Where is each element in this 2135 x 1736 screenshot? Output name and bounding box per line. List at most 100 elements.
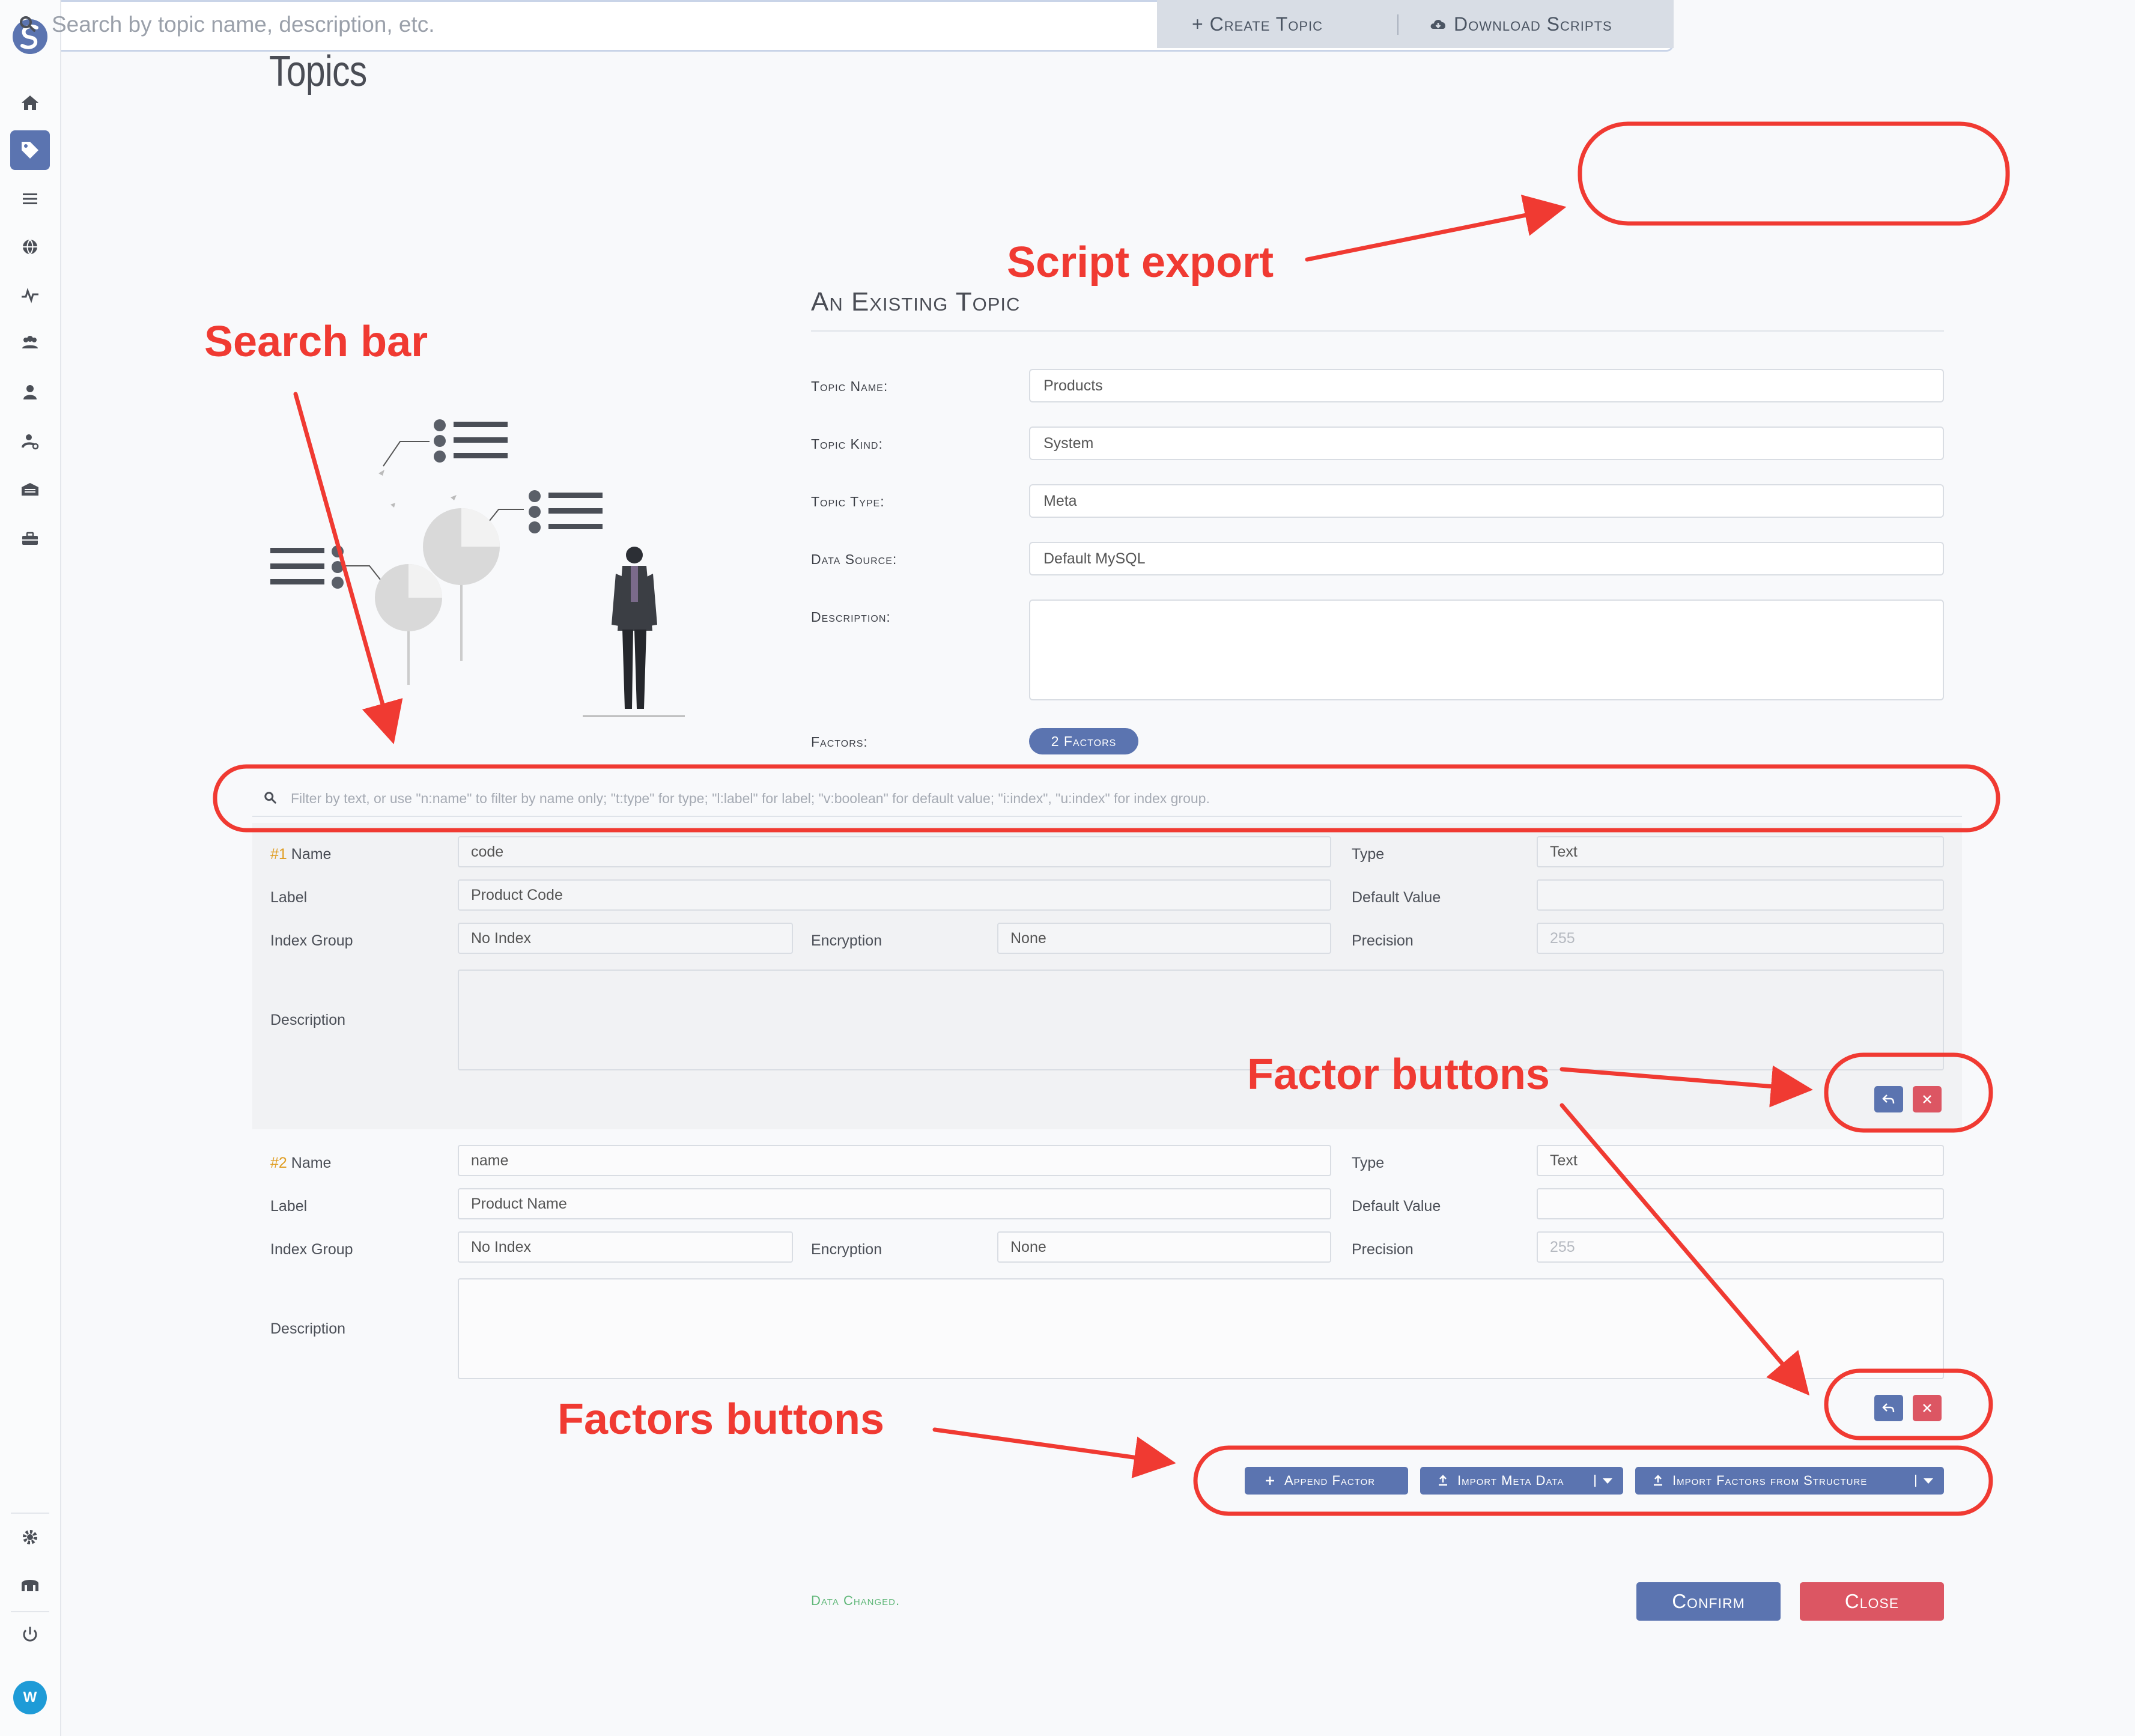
user-cog-icon[interactable] [16, 428, 44, 455]
factor-name-input[interactable]: code [458, 836, 1331, 867]
factor-move-button[interactable] [1874, 1086, 1903, 1112]
factor-description-label: Description [270, 1012, 346, 1028]
factor-precision-input[interactable]: 255 [1537, 923, 1944, 954]
topic-name-input[interactable]: Products [1029, 369, 1944, 402]
close-icon [1923, 1404, 1931, 1412]
factor-precision-input[interactable]: 255 [1537, 1231, 1944, 1263]
factor-index-group-select[interactable]: No Index [458, 923, 793, 954]
factor-index-group-select[interactable]: No Index [458, 1231, 793, 1263]
topic-kind-select[interactable]: System [1029, 426, 1944, 460]
list-icon[interactable] [16, 185, 44, 213]
topic-description-label: Description: [811, 609, 891, 625]
search-icon [20, 16, 35, 32]
download-scripts-button[interactable]: Download Scripts [1429, 0, 1612, 48]
factor-card: #2 Name name Type Text Label Product Nam… [252, 1131, 1962, 1437]
chevron-down-icon[interactable] [1924, 1478, 1933, 1484]
factor-delete-button[interactable] [1913, 1086, 1942, 1112]
factor-description-textarea[interactable] [458, 970, 1944, 1070]
factor-name-input[interactable]: name [458, 1145, 1331, 1176]
avatar[interactable]: W [13, 1681, 47, 1714]
annotation-ellipse [1578, 121, 2010, 226]
page-title: Topics [269, 47, 367, 96]
user-icon[interactable] [16, 378, 44, 406]
annotation-factors-buttons: Factors buttons [557, 1395, 885, 1443]
factor-precision-label: Precision [1352, 1241, 1414, 1258]
annotation-arrow [1305, 195, 1567, 262]
factor-name-label-text: Name [291, 1155, 332, 1171]
factor-default-value-input[interactable] [1537, 1188, 1944, 1219]
globe-icon[interactable] [16, 233, 44, 261]
split-divider [1915, 1475, 1916, 1487]
factor-number: #1 [270, 846, 287, 863]
factor-precision-label: Precision [1352, 932, 1414, 949]
gear-icon[interactable] [16, 1523, 44, 1551]
split-divider [1594, 1475, 1596, 1487]
upload-icon [1439, 1475, 1447, 1486]
actions-divider [1397, 14, 1399, 35]
factors-count-badge[interactable]: 2 Factors [1029, 728, 1138, 754]
factor-description-textarea[interactable] [458, 1278, 1944, 1379]
topic-name-label: Topic Name: [811, 378, 888, 394]
factor-number: #2 [270, 1155, 287, 1171]
import-factors-structure-button[interactable]: Import Factors from Structure [1635, 1467, 1944, 1495]
chevron-down-icon[interactable] [1603, 1478, 1612, 1484]
factor-delete-button[interactable] [1913, 1395, 1942, 1421]
factor-type-select[interactable]: Text [1537, 836, 1944, 867]
reply-icon [1882, 1403, 1895, 1413]
close-button[interactable]: Close [1800, 1582, 1944, 1621]
factor-default-value-label: Default Value [1352, 889, 1441, 906]
topic-search-bar: + Create Topic Download Scripts [0, 0, 1674, 52]
factor-name-label: #2 Name [270, 1155, 331, 1172]
import-factors-structure-label: Import Factors from Structure [1672, 1473, 1868, 1488]
search-icon [264, 792, 276, 804]
reply-icon [1882, 1094, 1895, 1104]
confirm-button[interactable]: Confirm [1636, 1582, 1781, 1621]
sidebar-divider [11, 1611, 49, 1612]
power-icon[interactable] [16, 1621, 44, 1648]
tag-icon[interactable] [10, 130, 50, 170]
factors-label: Factors: [811, 734, 868, 750]
factor-encryption-select[interactable]: None [997, 923, 1331, 954]
factor-label-input[interactable]: Product Code [458, 879, 1331, 911]
annotation-factor-buttons: Factor buttons [1247, 1051, 1550, 1099]
sidebar: W [0, 0, 61, 1736]
topic-kind-label: Topic Kind: [811, 436, 883, 452]
topic-description-textarea[interactable] [1029, 599, 1944, 700]
topics-illustration [270, 419, 685, 717]
import-meta-data-button[interactable]: Import Meta Data [1420, 1467, 1623, 1495]
data-changed-status: Data Changed. [811, 1593, 900, 1608]
factor-type-select[interactable]: Text [1537, 1145, 1944, 1176]
factor-card: #1 Name code Type Text Label Product Cod… [252, 823, 1962, 1129]
data-source-label: Data Source: [811, 551, 897, 567]
import-meta-data-label: Import Meta Data [1457, 1473, 1564, 1488]
factor-index-group-label: Index Group [270, 1241, 353, 1258]
annotation-search-bar: Search bar [204, 318, 428, 366]
factor-encryption-label: Encryption [811, 1241, 882, 1258]
search-actions: + Create Topic Download Scripts [1157, 0, 1674, 48]
toolbox-icon[interactable] [16, 525, 44, 553]
factor-label-input[interactable]: Product Name [458, 1188, 1331, 1219]
warehouse-icon[interactable] [16, 476, 44, 503]
topic-type-select[interactable]: Meta [1029, 484, 1944, 518]
append-factor-button[interactable]: Append Factor [1245, 1467, 1408, 1495]
users-icon[interactable] [16, 329, 44, 357]
cloud-download-icon [1430, 19, 1445, 29]
factor-filter-bar [252, 780, 1962, 817]
factor-move-button[interactable] [1874, 1395, 1903, 1421]
append-factor-label: Append Factor [1284, 1473, 1376, 1488]
list-graphic-top [434, 419, 508, 463]
data-source-select[interactable]: Default MySQL [1029, 542, 1944, 575]
list-graphic-left [270, 545, 344, 589]
factor-encryption-select[interactable]: None [997, 1231, 1331, 1263]
bank-icon[interactable] [16, 1571, 44, 1599]
factor-label-label: Label [270, 1198, 308, 1215]
factor-index-group-label: Index Group [270, 932, 353, 949]
factor-default-value-label: Default Value [1352, 1198, 1441, 1215]
plus-icon [1266, 1477, 1274, 1485]
pulse-icon[interactable] [16, 281, 44, 309]
create-topic-button[interactable]: + Create Topic [1192, 0, 1323, 48]
home-icon[interactable] [16, 89, 44, 117]
factor-name-label-text: Name [291, 846, 332, 863]
factor-filter-input[interactable] [290, 785, 1950, 812]
factor-default-value-input[interactable] [1537, 879, 1944, 911]
